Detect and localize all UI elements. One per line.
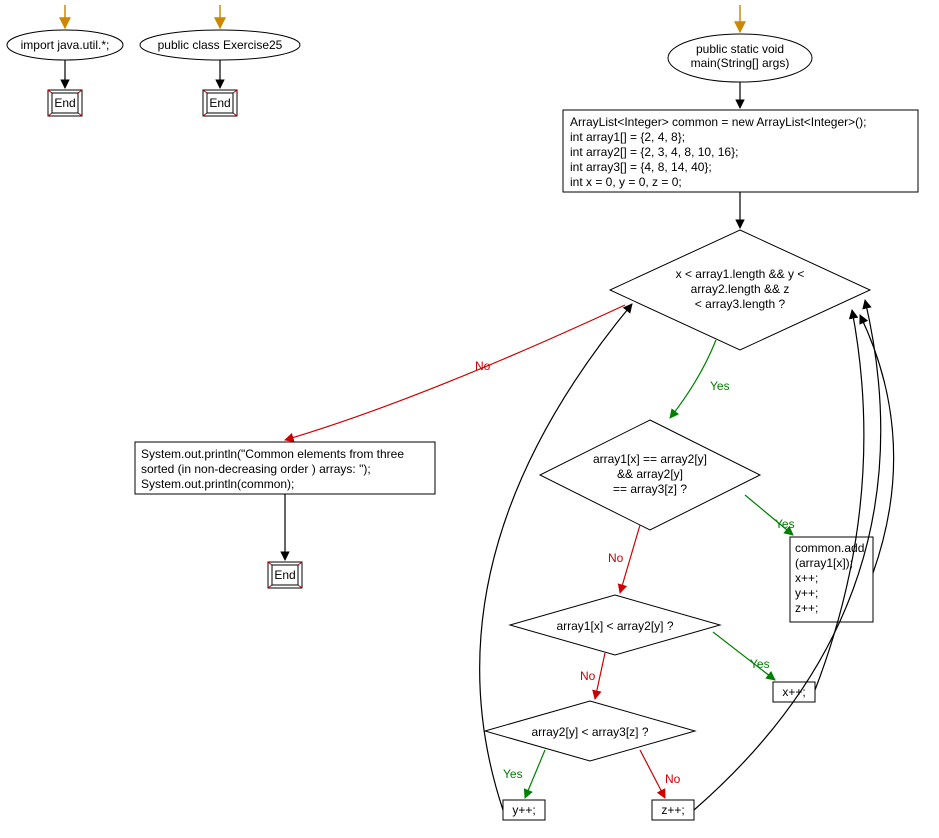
main-end: End — [268, 562, 302, 588]
main-cond3-text: array1[x] < array2[y] ? — [556, 619, 673, 633]
cond4-yes-label: Yes — [503, 767, 523, 781]
cond2-no-label: No — [608, 551, 624, 565]
main-init-l1: ArrayList<Integer> common = new ArrayLis… — [570, 115, 866, 129]
main-cond2-l2: && array2[y] — [617, 467, 683, 481]
main-cond4-text: array2[y] < array3[z] ? — [531, 725, 648, 739]
flow1-ellipse-text: import java.util.*; — [21, 38, 110, 52]
commonadd-loop-edge — [860, 315, 894, 573]
flow1-end: End — [48, 90, 82, 116]
main-commonadd-l2: (array1[x]); — [795, 556, 853, 570]
main-cond1-l1: x < array1.length && y < — [676, 267, 805, 281]
cond1-no-edge — [285, 305, 625, 440]
cond1-no-label: No — [475, 359, 491, 373]
main-print-l2: sorted (in non-decreasing order ) arrays… — [141, 462, 371, 476]
main-method-text-2: main(String[] args) — [691, 56, 790, 70]
main-commonadd-l5: z++; — [795, 601, 818, 615]
main-cond2-l3: == array3[z] ? — [613, 482, 687, 496]
xpp-loop-edge — [815, 310, 864, 690]
flow2-end: End — [203, 90, 237, 116]
main-end-text: End — [274, 568, 295, 582]
main-print-l3: System.out.println(common); — [141, 477, 294, 491]
cond3-yes-label: Yes — [750, 657, 770, 671]
main-commonadd-l4: y++; — [795, 586, 818, 600]
main-print-l1: System.out.println("Common elements from… — [141, 447, 404, 461]
flow1-end-text: End — [54, 96, 75, 110]
flow1-group: import java.util.*; End — [7, 5, 123, 116]
main-ypp-text: y++; — [512, 803, 535, 817]
main-flow-group: public static void main(String[] args) A… — [135, 5, 918, 820]
main-commonadd-l3: x++; — [795, 571, 818, 585]
cond1-yes-label: Yes — [710, 379, 730, 393]
cond4-no-label: No — [665, 772, 681, 786]
main-init-l2: int array1[] = {2, 4, 8}; — [570, 130, 685, 144]
flow2-end-text: End — [209, 96, 230, 110]
main-init-l4: int array3[] = {4, 8, 14, 40}; — [570, 160, 712, 174]
cond3-yes-edge — [713, 632, 775, 680]
cond4-yes-edge — [525, 750, 545, 798]
main-cond2-l1: array1[x] == array2[y] — [593, 452, 707, 466]
main-method-text-1: public static void — [696, 42, 784, 56]
main-zpp-text: z++; — [661, 803, 684, 817]
main-xpp-text: x++; — [782, 685, 805, 699]
flowchart-canvas: import java.util.*; End public class Exe… — [0, 0, 939, 838]
cond3-no-edge — [595, 653, 605, 699]
cond3-no-label: No — [580, 669, 596, 683]
flow2-ellipse-text: public class Exercise25 — [158, 38, 283, 52]
cond4-no-edge — [640, 750, 665, 798]
cond2-yes-label: Yes — [775, 517, 795, 531]
main-init-l5: int x = 0, y = 0, z = 0; — [570, 175, 682, 189]
main-cond1-l3: < array3.length ? — [695, 297, 786, 311]
flow2-group: public class Exercise25 End — [140, 5, 300, 116]
main-init-l3: int array2[] = {2, 3, 4, 8, 10, 16}; — [570, 145, 738, 159]
main-cond1-l2: array2.length && z — [691, 282, 790, 296]
